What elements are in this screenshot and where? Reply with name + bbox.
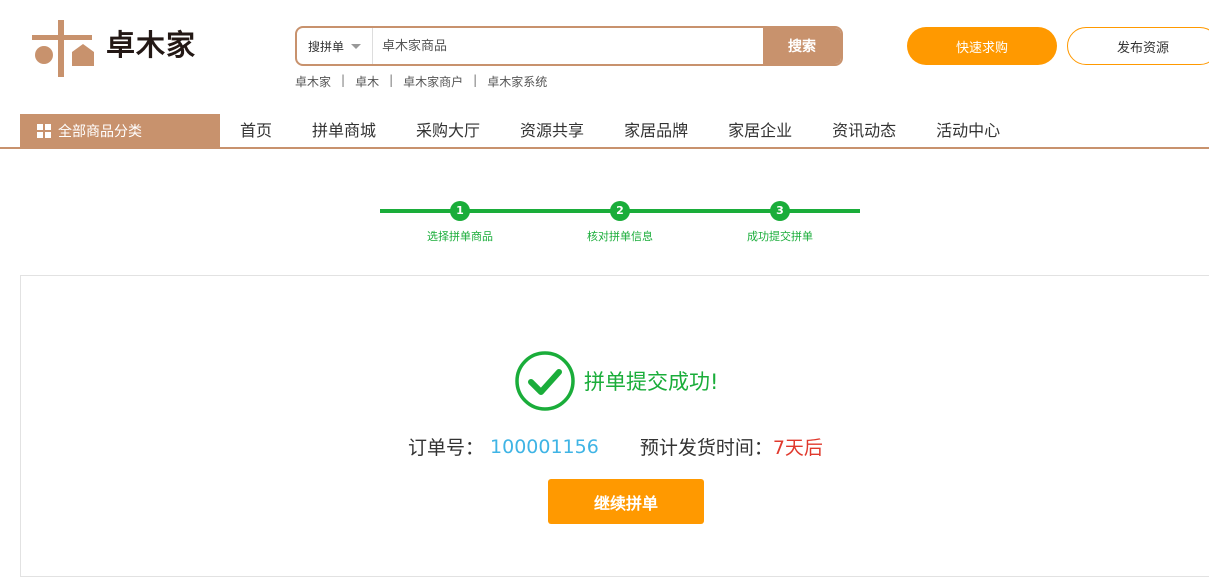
nav-item-purchase-hall[interactable]: 采购大厅 bbox=[396, 114, 500, 147]
success-message: 拼单提交成功! bbox=[514, 350, 718, 412]
publish-resource-button[interactable]: 发布资源 bbox=[1067, 27, 1209, 65]
order-info: 订单号： 100001156 预计发货时间： 7天后 bbox=[408, 433, 823, 460]
search-bar: 搜拼单 搜索 bbox=[295, 26, 843, 66]
chevron-down-icon bbox=[351, 43, 361, 49]
step-number: 3 bbox=[770, 201, 790, 221]
grid-icon bbox=[37, 123, 51, 138]
step-label: 核对拼单信息 bbox=[587, 230, 653, 243]
search-input[interactable] bbox=[373, 28, 763, 64]
brand-name: 卓木家 bbox=[106, 28, 197, 62]
search-button[interactable]: 搜索 bbox=[763, 28, 841, 64]
separator: | bbox=[473, 73, 478, 87]
hot-search-links: 卓木家 | 卓木 | 卓木家商户 | 卓木家系统 bbox=[295, 73, 547, 90]
nav-item-news[interactable]: 资讯动态 bbox=[812, 114, 916, 147]
ship-time-label: 预计发货时间： bbox=[639, 437, 773, 459]
search-type-dropdown[interactable]: 搜拼单 bbox=[297, 28, 373, 64]
nav-item-activity-center[interactable]: 活动中心 bbox=[916, 114, 1020, 147]
nav-item-group-buy-mall[interactable]: 拼单商城 bbox=[292, 114, 396, 147]
search-type-label: 搜拼单 bbox=[307, 39, 344, 54]
brand-logo[interactable]: 卓木家 bbox=[30, 18, 210, 80]
nav-item-resource-sharing[interactable]: 资源共享 bbox=[500, 114, 604, 147]
step-3: 3 成功提交拼单 bbox=[725, 199, 835, 244]
logo-mark-icon bbox=[32, 20, 94, 77]
hot-link[interactable]: 卓木家商户 bbox=[403, 73, 463, 90]
hot-link[interactable]: 卓木 bbox=[355, 73, 379, 90]
quick-purchase-button[interactable]: 快速求购 bbox=[907, 27, 1057, 65]
hot-link[interactable]: 卓木家系统 bbox=[487, 73, 547, 90]
nav-item-home[interactable]: 首页 bbox=[220, 114, 292, 147]
all-categories-label: 全部商品分类 bbox=[58, 123, 142, 140]
order-number[interactable]: 100001156 bbox=[490, 436, 599, 458]
continue-group-buy-button[interactable]: 继续拼单 bbox=[548, 479, 704, 524]
check-circle-icon bbox=[515, 351, 575, 411]
step-2: 2 核对拼单信息 bbox=[565, 199, 675, 244]
all-categories-button[interactable]: 全部商品分类 bbox=[20, 114, 220, 147]
main-nav: 全部商品分类 首页 拼单商城 采购大厅 资源共享 家居品牌 家居企业 资讯动态 … bbox=[0, 114, 1209, 149]
step-label: 选择拼单商品 bbox=[427, 230, 493, 243]
nav-item-enterprises[interactable]: 家居企业 bbox=[708, 114, 812, 147]
step-number: 1 bbox=[450, 201, 470, 221]
separator: | bbox=[389, 73, 394, 87]
result-panel: 拼单提交成功! 订单号： 100001156 预计发货时间： 7天后 继续拼单 bbox=[20, 275, 1209, 577]
hot-link[interactable]: 卓木家 bbox=[295, 73, 331, 90]
separator: | bbox=[341, 73, 346, 87]
order-number-label: 订单号： bbox=[408, 437, 485, 459]
ship-time-value: 7天后 bbox=[772, 437, 823, 459]
step-label: 成功提交拼单 bbox=[747, 230, 813, 243]
step-number: 2 bbox=[610, 201, 630, 221]
progress-steps: 1 选择拼单商品 2 核对拼单信息 3 成功提交拼单 bbox=[380, 199, 860, 249]
success-text: 拼单提交成功! bbox=[584, 370, 719, 394]
nav-item-brands[interactable]: 家居品牌 bbox=[604, 114, 708, 147]
step-1: 1 选择拼单商品 bbox=[405, 199, 515, 244]
